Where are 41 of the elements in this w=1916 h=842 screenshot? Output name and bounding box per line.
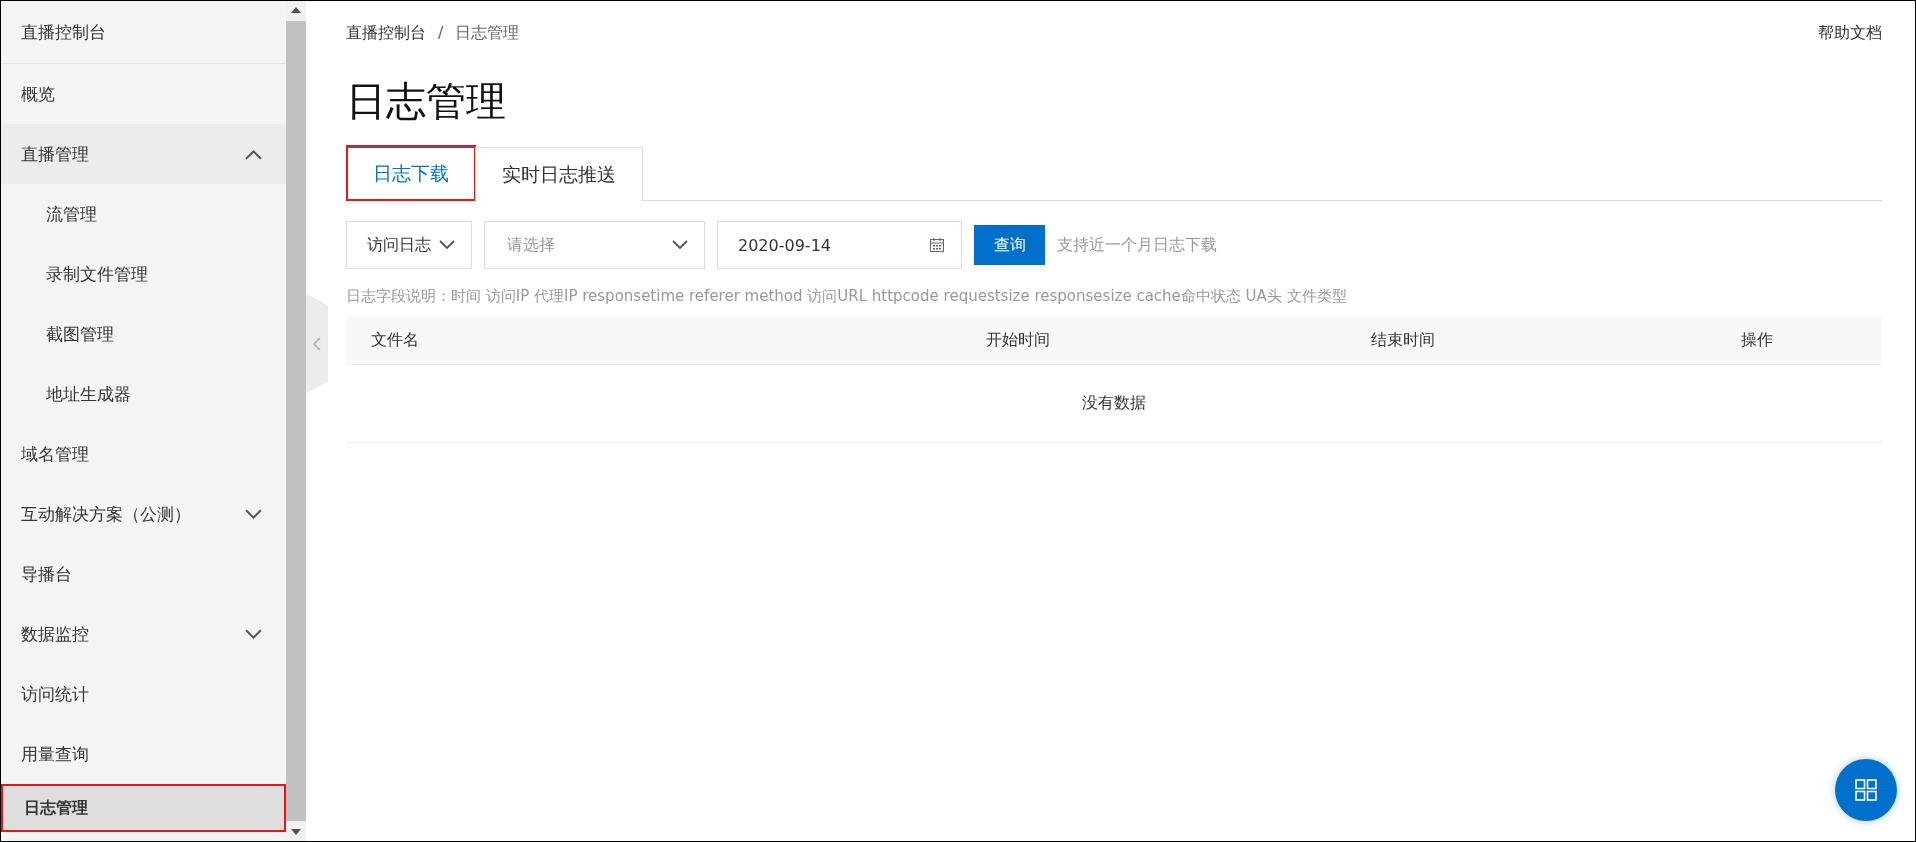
scroll-down-icon[interactable] <box>291 829 301 835</box>
date-field[interactable]: 2020-09-14 <box>717 221 962 269</box>
chevron-left-icon <box>313 336 321 351</box>
column-header: 开始时间 <box>986 329 1051 351</box>
page-title: 日志管理 <box>346 79 507 123</box>
calendar-icon <box>929 237 945 253</box>
nav-item[interactable]: 域名管理 <box>1 424 286 484</box>
nav-item[interactable]: 用量查询 <box>1 724 286 784</box>
download-hint: 支持近一个月日志下载 <box>1057 234 1217 256</box>
log-type-select[interactable]: 访问日志 <box>346 221 472 269</box>
breadcrumb-item[interactable]: 直播控制台 <box>346 22 426 44</box>
tab[interactable]: 实时日志推送 <box>475 147 643 201</box>
chevron-up-icon <box>245 148 262 160</box>
empty-message: 没有数据 <box>1082 393 1146 414</box>
nav-subitem[interactable]: 地址生成器 <box>1 364 286 424</box>
nav-item[interactable]: 日志管理 <box>1 784 286 832</box>
query-button[interactable]: 查询 <box>974 225 1045 265</box>
breadcrumb-separator: / <box>438 22 444 44</box>
breadcrumb-item: 日志管理 <box>455 22 520 44</box>
nav-subitem[interactable]: 截图管理 <box>1 304 286 364</box>
chevron-down-icon <box>439 240 455 250</box>
nav-item[interactable]: 互动解决方案（公测） <box>1 484 286 544</box>
nav-item[interactable]: 概览 <box>1 64 286 124</box>
nav-item[interactable]: 访问统计 <box>1 664 286 724</box>
chevron-down-icon <box>672 240 688 250</box>
nav-item[interactable]: 导播台 <box>1 544 286 604</box>
column-header: 文件名 <box>370 329 420 351</box>
tab[interactable]: 日志下载 <box>346 145 476 201</box>
chevron-down-icon <box>245 628 262 640</box>
apps-button[interactable] <box>1835 759 1897 821</box>
nav-item[interactable]: 数据监控 <box>1 604 286 664</box>
nav-item[interactable]: 直播管理 <box>1 124 286 184</box>
help-link[interactable]: 帮助文档 <box>1818 22 1882 44</box>
nav-subitem[interactable]: 录制文件管理 <box>1 244 286 304</box>
nav-subitem[interactable]: 流管理 <box>1 184 286 244</box>
grid-icon <box>1854 778 1878 802</box>
field-description: 日志字段说明：时间 访问IP 代理IP responsetime referer method 访问URL httpcode requestsize responsesize cache命中状态 UA头 文件类型 <box>346 287 1348 306</box>
chevron-down-icon <box>245 508 262 520</box>
scroll-up-icon[interactable] <box>291 7 301 13</box>
column-header: 结束时间 <box>1371 329 1436 351</box>
column-header: 操作 <box>1741 329 1774 351</box>
